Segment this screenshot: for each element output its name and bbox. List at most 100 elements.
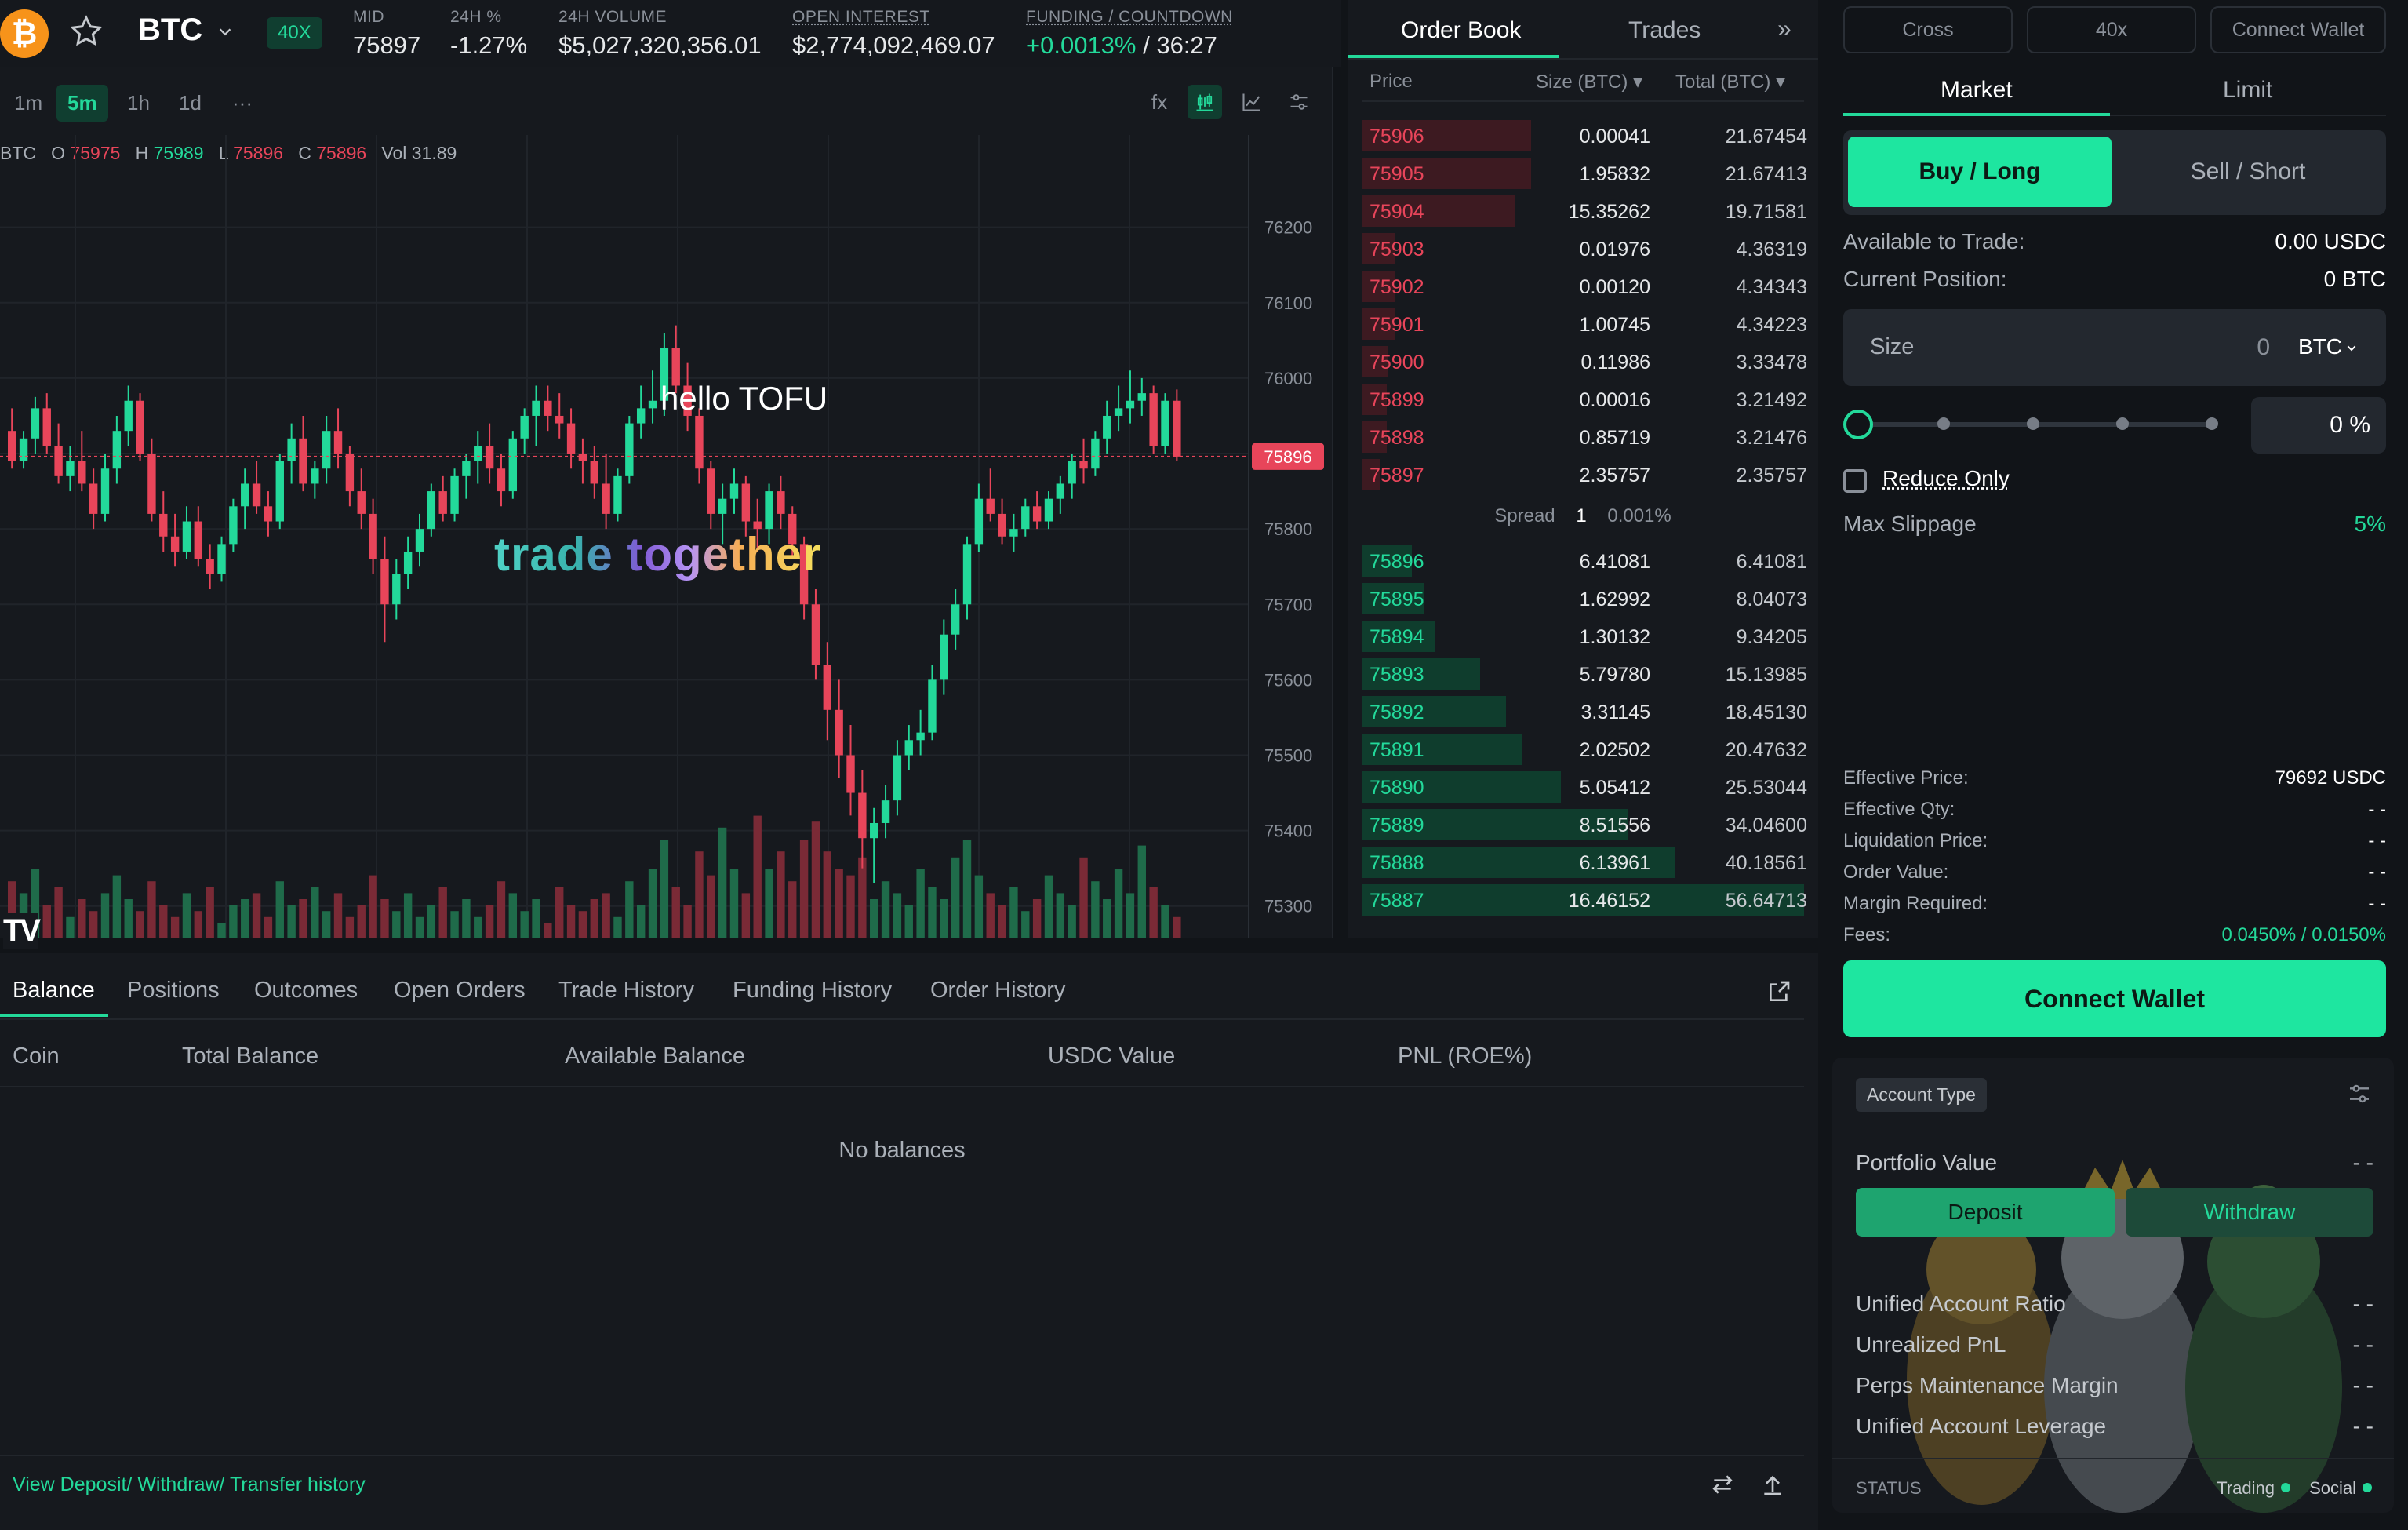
order-value-value: - - <box>2368 862 2386 883</box>
volume-bar <box>357 905 366 938</box>
ask-total: 19.71581 <box>1725 201 1807 223</box>
account-type-badge[interactable]: Account Type <box>1856 1078 1987 1112</box>
bid-row[interactable]: 75891 2.02502 20.47632 <box>1348 731 1818 767</box>
tab-trades[interactable]: Trades <box>1628 17 1701 44</box>
margin-mode-cross-button[interactable]: Cross <box>1843 6 2013 53</box>
volume-bar <box>1137 845 1146 938</box>
ask-row[interactable]: 75898 0.85719 3.21476 <box>1348 419 1818 455</box>
bid-row[interactable]: 75892 3.31145 18.45130 <box>1348 694 1818 730</box>
spread-row: Spread 1 0.001% <box>1348 505 1818 527</box>
transfer-history-link[interactable]: View Deposit/ Withdraw/ Transfer history <box>13 1474 366 1496</box>
coin-selector[interactable]: BTC <box>138 13 202 48</box>
settings-sliders-icon[interactable] <box>2347 1081 2372 1106</box>
bid-row[interactable]: 75889 8.51556 34.04600 <box>1348 807 1818 843</box>
sell-short-button[interactable]: Sell / Short <box>2115 137 2381 207</box>
candle-body <box>497 468 506 492</box>
ask-row[interactable]: 75904 15.35262 19.71581 <box>1348 193 1818 229</box>
tab-trade-history[interactable]: Trade History <box>558 978 694 1004</box>
spread-value: 1 <box>1576 505 1587 526</box>
fees-label: Fees: <box>1843 924 1891 945</box>
spread-pct: 0.001% <box>1607 505 1671 526</box>
timeframe-more[interactable]: ··· <box>221 85 264 122</box>
timeframe-1m[interactable]: 1m <box>3 85 53 122</box>
tab-funding-history[interactable]: Funding History <box>733 978 892 1004</box>
settings-sliders-icon[interactable] <box>1282 85 1316 119</box>
ask-row[interactable]: 75901 1.00745 4.34223 <box>1348 306 1818 342</box>
volume-bar <box>532 899 540 938</box>
connect-wallet-button[interactable]: Connect Wallet <box>1843 960 2386 1037</box>
bitcoin-logo-icon: ₿ <box>0 9 49 58</box>
bid-price: 75892 <box>1370 701 1424 723</box>
connect-wallet-top-button[interactable]: Connect Wallet <box>2210 6 2386 53</box>
volume-bar <box>928 887 937 938</box>
bid-row[interactable]: 75888 6.13961 40.18561 <box>1348 844 1818 880</box>
candle-body <box>602 483 610 514</box>
max-slippage-value[interactable]: 5% <box>2355 512 2386 537</box>
double-chevron-right-icon[interactable]: » <box>1777 14 1791 43</box>
tradingview-logo[interactable]: TV <box>3 913 41 949</box>
tab-balance[interactable]: Balance <box>13 978 95 1004</box>
ask-row[interactable]: 75899 0.00016 3.21492 <box>1348 381 1818 417</box>
tab-outcomes[interactable]: Outcomes <box>254 978 358 1004</box>
tab-limit[interactable]: Limit <box>2223 77 2272 104</box>
bid-total: 6.41081 <box>1736 551 1807 573</box>
tab-order-history[interactable]: Order History <box>930 978 1065 1004</box>
deposit-button[interactable]: Deposit <box>1856 1188 2115 1237</box>
transfer-arrows-icon[interactable] <box>1710 1472 1735 1497</box>
size-input[interactable]: Size 0 BTC <box>1843 309 2386 386</box>
external-link-icon[interactable] <box>1766 979 1791 1004</box>
tab-open-orders[interactable]: Open Orders <box>394 978 526 1004</box>
reduce-only-label[interactable]: Reduce Only <box>1882 466 2010 491</box>
line-chart-icon[interactable] <box>1235 85 1269 119</box>
buy-long-button[interactable]: Buy / Long <box>1848 137 2112 207</box>
candle-body <box>287 438 296 461</box>
timeframe-1h[interactable]: 1h <box>116 85 161 122</box>
status-social-dot-icon <box>2363 1483 2372 1492</box>
timeframe-1d[interactable]: 1d <box>168 85 213 122</box>
unrealized-pnl-row: Unrealized PnL - - <box>1856 1332 2373 1357</box>
bid-row[interactable]: 75887 16.46152 56.64713 <box>1348 882 1818 918</box>
candle-body <box>893 755 902 801</box>
ask-row[interactable]: 75897 2.35757 2.35757 <box>1348 457 1818 493</box>
volume-bar <box>182 893 191 938</box>
chevron-down-icon[interactable] <box>216 24 234 41</box>
ask-size: 0.00016 <box>1579 389 1650 411</box>
tab-positions[interactable]: Positions <box>127 978 220 1004</box>
candle-body <box>881 800 890 823</box>
bid-row[interactable]: 75895 1.62992 8.04073 <box>1348 581 1818 617</box>
ask-row[interactable]: 75900 0.11986 3.33478 <box>1348 344 1818 380</box>
ask-row[interactable]: 75902 0.00120 4.34343 <box>1348 268 1818 304</box>
candle-chart-icon[interactable] <box>1188 85 1222 119</box>
order-value-label: Order Value: <box>1843 862 1949 883</box>
bid-size: 6.13961 <box>1579 852 1650 874</box>
bid-row[interactable]: 75896 6.41081 6.41081 <box>1348 543 1818 579</box>
reduce-only-checkbox[interactable] <box>1843 469 1867 493</box>
upload-icon[interactable] <box>1760 1472 1785 1497</box>
size-unit-selector[interactable]: BTC <box>2298 334 2342 359</box>
ask-row[interactable]: 75905 1.95832 21.67413 <box>1348 155 1818 191</box>
col-size[interactable]: Size (BTC) ▾ <box>1536 71 1642 93</box>
ask-row[interactable]: 75903 0.01976 4.36319 <box>1348 231 1818 267</box>
tab-order-book[interactable]: Order Book <box>1401 17 1521 44</box>
withdraw-button[interactable]: Withdraw <box>2126 1188 2373 1237</box>
col-total[interactable]: Total (BTC) ▾ <box>1675 71 1785 93</box>
candle-body <box>998 513 1006 537</box>
bid-row[interactable]: 75893 5.79780 15.13985 <box>1348 656 1818 692</box>
effective-price-row: Effective Price: 79692 USDC <box>1843 767 2386 789</box>
candle-body <box>555 415 564 424</box>
leverage-button[interactable]: 40x <box>2027 6 2196 53</box>
size-slider-handle[interactable] <box>1843 410 1873 439</box>
bid-row[interactable]: 75890 5.05412 25.53044 <box>1348 769 1818 805</box>
ask-row[interactable]: 75906 0.00041 21.67454 <box>1348 118 1818 154</box>
bid-row[interactable]: 75894 1.30132 9.34205 <box>1348 618 1818 654</box>
timeframe-5m[interactable]: 5m <box>56 85 108 122</box>
favorite-star-icon[interactable] <box>69 14 104 49</box>
spread-label: Spread <box>1494 505 1555 526</box>
tab-market[interactable]: Market <box>1941 77 2013 104</box>
candle-body <box>252 483 261 507</box>
maintenance-margin-value: - - <box>2352 1373 2373 1397</box>
candle-body <box>613 475 622 514</box>
indicators-fx-button[interactable]: fx <box>1142 85 1177 119</box>
size-percent-input[interactable]: 0 % <box>2251 397 2386 454</box>
volume-bar <box>275 881 284 938</box>
